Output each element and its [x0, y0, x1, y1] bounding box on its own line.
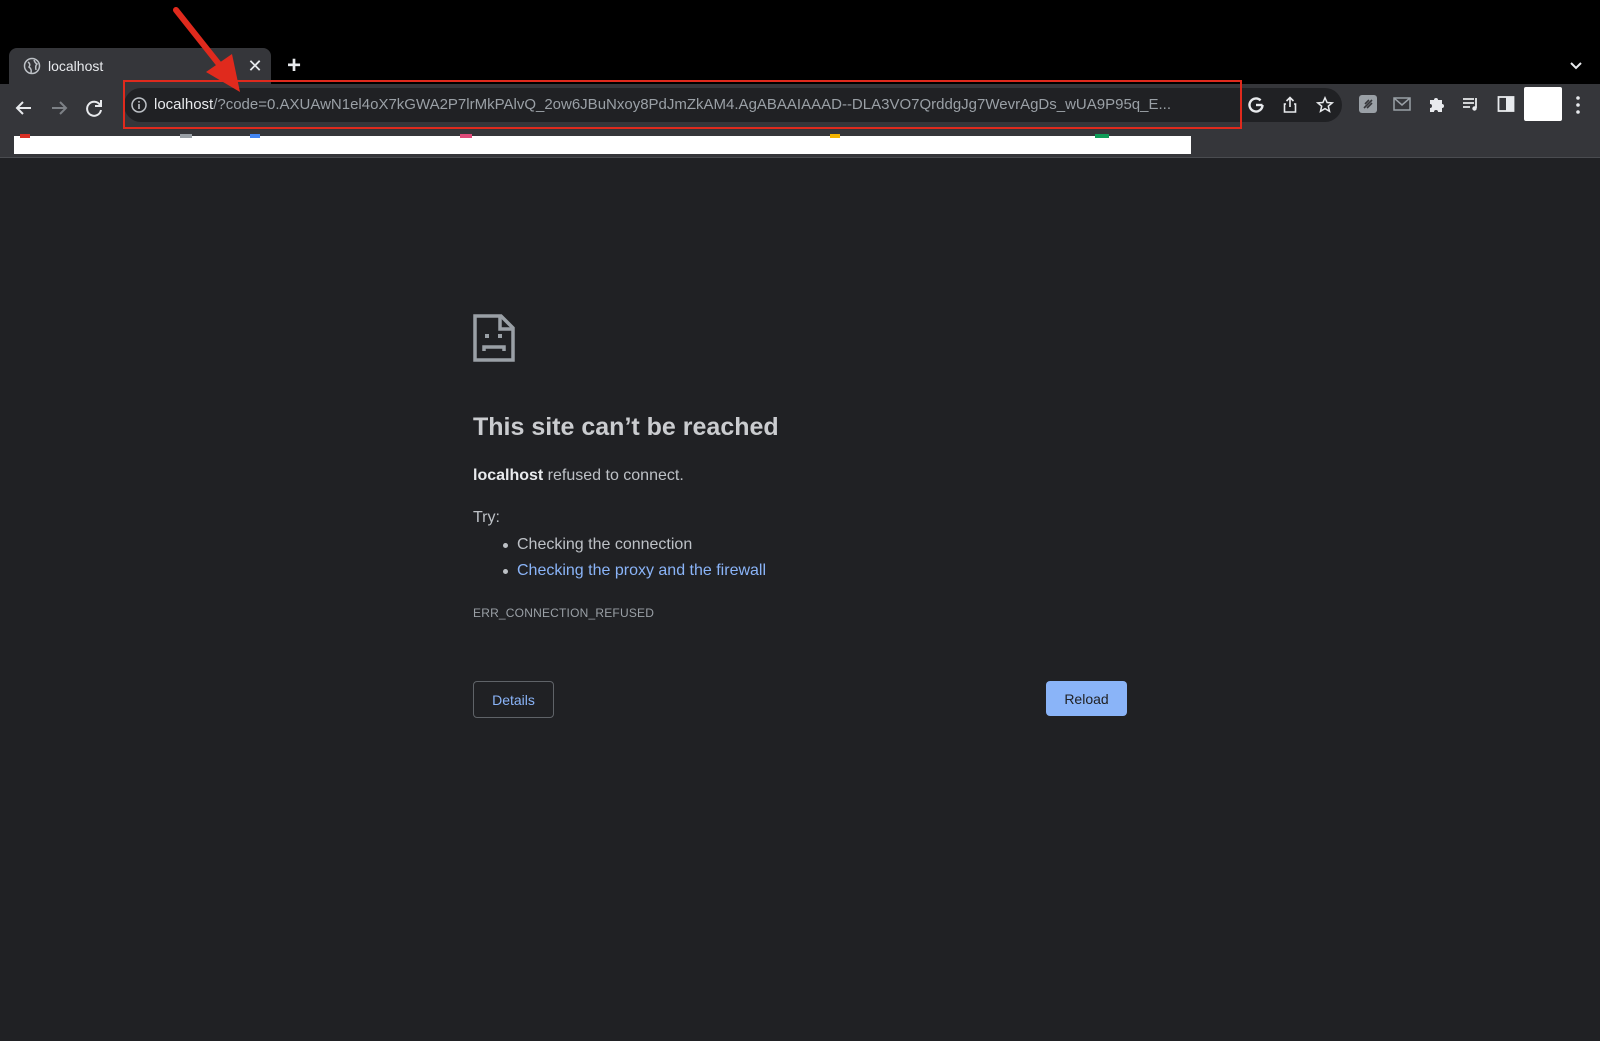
url-host: localhost [154, 96, 214, 113]
back-arrow-icon[interactable] [12, 96, 36, 120]
sad-document-icon [473, 314, 515, 362]
details-button[interactable]: Details [473, 681, 554, 718]
bookmark-star-icon[interactable] [1316, 96, 1334, 114]
reload-icon[interactable] [82, 96, 106, 120]
bookmark-favicon-fragment [1095, 134, 1109, 138]
url-path: /?code=0.AXUAwN1el4oX7kGWA2P7lrMkPAlvQ_2… [213, 96, 1171, 113]
info-icon[interactable] [130, 96, 148, 114]
reload-button[interactable]: Reload [1046, 681, 1127, 716]
media-queue-icon[interactable] [1461, 94, 1481, 114]
bookmark-favicon-fragment [830, 134, 840, 138]
try-label: Try: [473, 509, 500, 526]
suggestion-check-proxy-firewall-link[interactable]: Checking the proxy and the firewall [500, 560, 766, 586]
tab-title: localhost [48, 58, 104, 74]
address-bar[interactable]: localhost/?code=0.AXUAwN1el4oX7kGWA2P7lr… [124, 88, 1342, 122]
bookmark-favicon-fragment [180, 134, 192, 138]
kebab-menu-icon[interactable] [1572, 94, 1584, 116]
error-code: ERR_CONNECTION_REFUSED [473, 606, 655, 620]
error-description: localhost refused to connect. [473, 467, 684, 485]
bookmark-favicon-fragment [20, 134, 30, 138]
side-panel-icon[interactable] [1496, 94, 1516, 114]
bookmark-favicon-fragment [250, 134, 260, 138]
suggestion-list: Checking the connection Checking the pro… [500, 534, 766, 586]
red-arrow-annotation [173, 7, 240, 92]
globe-icon [23, 57, 41, 75]
extension-app-icon[interactable] [1358, 94, 1378, 114]
page-title: This site can’t be reached [473, 413, 779, 441]
plus-icon[interactable]: + [283, 54, 305, 78]
share-icon[interactable] [1281, 96, 1299, 114]
suggestion-check-connection: Checking the connection [500, 534, 766, 560]
error-description-rest: refused to connect. [543, 467, 684, 484]
puzzle-icon[interactable] [1427, 94, 1447, 114]
chevron-down-icon[interactable] [1566, 56, 1586, 76]
error-host: localhost [473, 467, 544, 484]
profile-avatar[interactable] [1524, 87, 1562, 121]
forward-arrow-icon[interactable] [47, 96, 71, 120]
google-lens-icon[interactable] [1247, 96, 1265, 114]
url-text[interactable]: localhost/?code=0.AXUAwN1el4oX7kGWA2P7lr… [154, 96, 1214, 113]
mail-icon[interactable] [1392, 94, 1412, 114]
bookmarks-redaction [14, 136, 1191, 154]
bookmark-favicon-fragment [460, 134, 472, 138]
